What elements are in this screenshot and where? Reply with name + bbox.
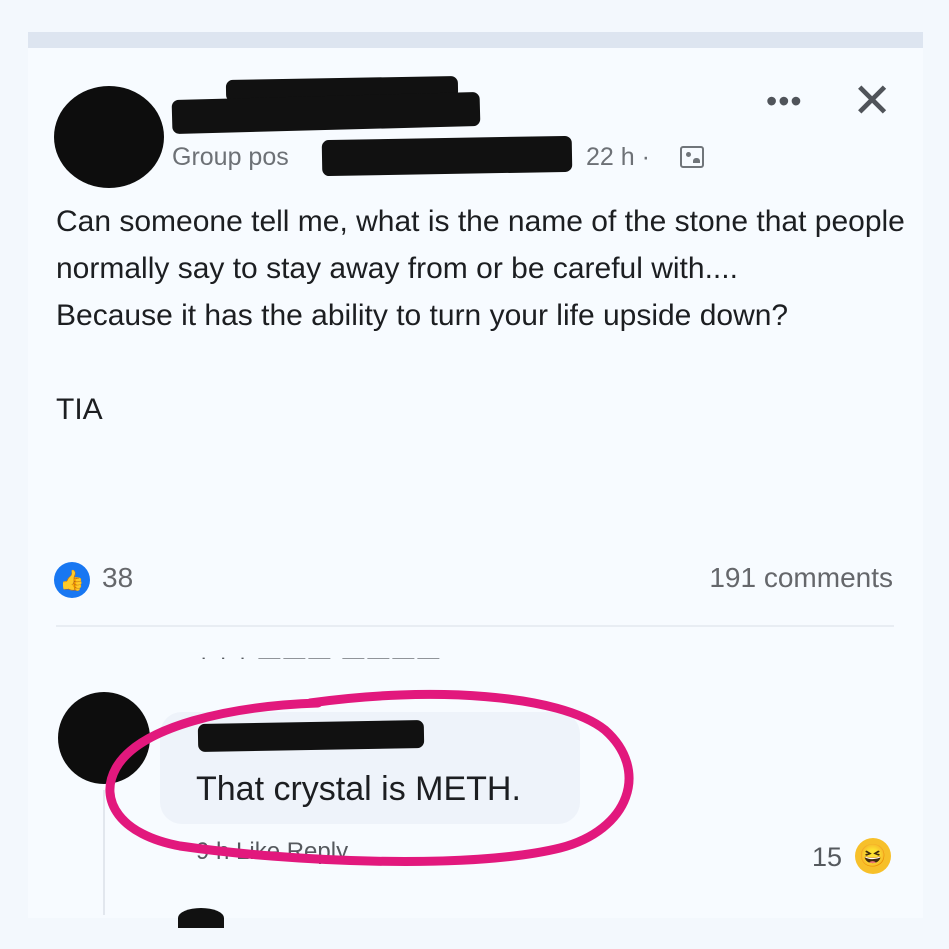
annotation-stroke xyxy=(105,689,634,866)
annotation-circle xyxy=(105,689,634,866)
